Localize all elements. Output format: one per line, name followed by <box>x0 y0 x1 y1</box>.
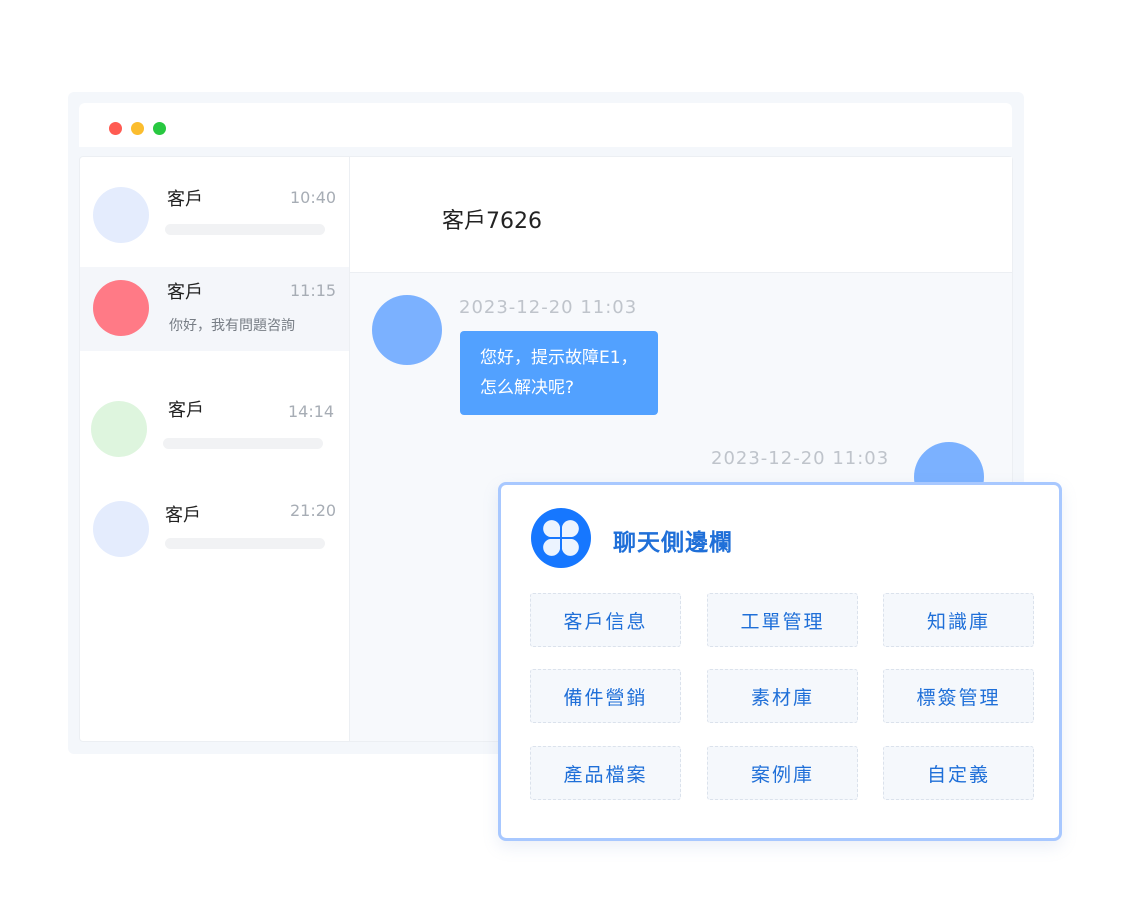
close-window-button[interactable] <box>109 122 122 135</box>
tile-materials[interactable]: 素材庫 <box>707 669 858 723</box>
tile-parts-marketing[interactable]: 備件營銷 <box>530 669 681 723</box>
conversation-preview: 你好，我有問題咨詢 <box>169 318 295 334</box>
tile-customer-info[interactable]: 客戶信息 <box>530 593 681 647</box>
avatar <box>93 280 149 336</box>
preview-placeholder <box>165 538 325 549</box>
conversation-list: 客戶 10:40 客戶 11:15 你好，我有問題咨詢 客戶 14:14 客戶 … <box>80 157 350 741</box>
conversation-name: 客戶 <box>168 400 204 421</box>
conversation-time: 10:40 <box>290 188 337 207</box>
conversation-item[interactable]: 客戶 10:40 <box>80 157 349 243</box>
avatar <box>91 401 147 457</box>
conversation-name: 客戶 <box>167 189 203 210</box>
preview-placeholder <box>165 224 325 235</box>
chat-title: 客戶7626 <box>442 209 542 234</box>
maximize-window-button[interactable] <box>153 122 166 135</box>
conversation-name: 客戶 <box>167 282 203 303</box>
conversation-time: 11:15 <box>290 281 337 300</box>
tile-tag-management[interactable]: 標簽管理 <box>883 669 1034 723</box>
message-bubble: 您好，提示故障E1， 怎么解决呢? <box>460 331 658 415</box>
clover-icon <box>531 508 591 568</box>
conversation-time: 14:14 <box>288 402 335 421</box>
tile-product-archive[interactable]: 產品檔案 <box>530 746 681 800</box>
chat-sidebar-panel: 聊天側邊欄 客戶信息 工單管理 知識庫 備件營銷 素材庫 標簽管理 產品檔案 案… <box>498 482 1062 841</box>
title-bar <box>79 103 1012 147</box>
tile-case-library[interactable]: 案例庫 <box>707 746 858 800</box>
conversation-name: 客戶 <box>165 505 201 526</box>
conversation-time: 21:20 <box>290 501 337 520</box>
message-time: 2023-12-20 11:03 <box>711 448 890 469</box>
tile-work-order[interactable]: 工單管理 <box>707 593 858 647</box>
message-time: 2023-12-20 11:03 <box>459 297 638 318</box>
minimize-window-button[interactable] <box>131 122 144 135</box>
message-line: 您好，提示故障E1， <box>480 348 638 368</box>
conversation-item-active[interactable]: 客戶 11:15 你好，我有問題咨詢 <box>80 267 349 351</box>
avatar <box>93 187 149 243</box>
customer-avatar <box>372 295 442 365</box>
tile-knowledge-base[interactable]: 知識庫 <box>883 593 1034 647</box>
message-line: 怎么解决呢? <box>480 378 575 398</box>
tile-custom[interactable]: 自定義 <box>883 746 1034 800</box>
panel-title: 聊天側邊欄 <box>613 530 733 556</box>
avatar <box>93 501 149 557</box>
conversation-item[interactable]: 客戶 21:20 <box>80 477 349 561</box>
chat-header: 客戶7626 <box>350 157 1012 273</box>
preview-placeholder <box>163 438 323 449</box>
conversation-item[interactable]: 客戶 14:14 <box>80 377 349 461</box>
